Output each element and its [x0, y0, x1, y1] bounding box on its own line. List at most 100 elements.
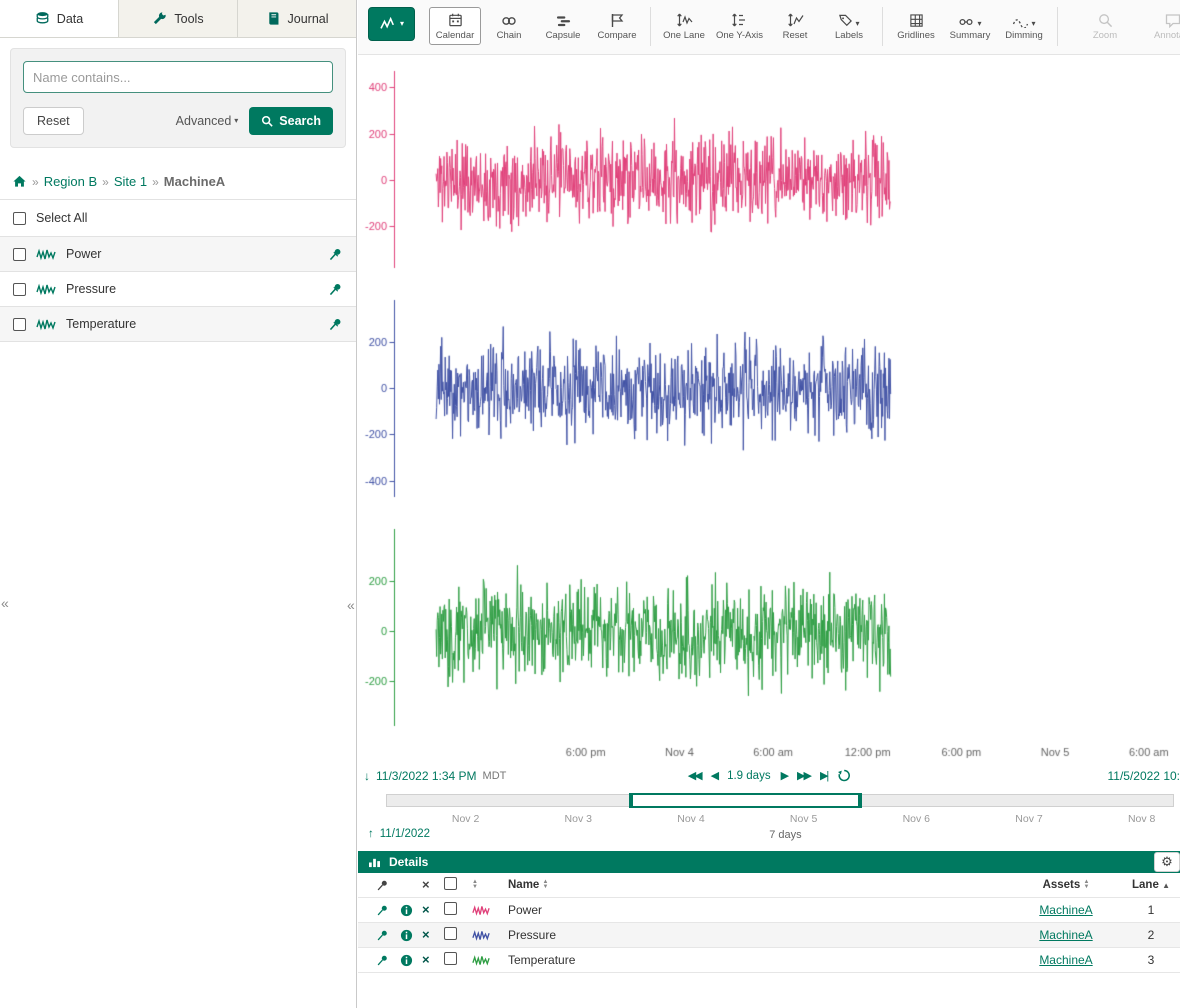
- pin-icon[interactable]: [328, 247, 343, 262]
- sort-icon[interactable]: ▲▼: [472, 880, 478, 890]
- toolbar-label: Calendar: [436, 30, 475, 41]
- breadcrumb-separator: »: [102, 175, 109, 189]
- pin-column-icon[interactable]: [376, 879, 389, 892]
- search-button-label: Search: [279, 114, 321, 128]
- signal-row-pressure[interactable]: Pressure: [0, 272, 356, 307]
- details-panel-header: Details ⚙: [358, 851, 1180, 873]
- row-checkbox[interactable]: [444, 902, 457, 915]
- scrubber-window[interactable]: [629, 793, 862, 808]
- remove-icon[interactable]: ×: [422, 902, 430, 917]
- range-timezone[interactable]: MDT: [483, 770, 507, 782]
- tab-data[interactable]: Data: [0, 0, 119, 37]
- collapse-left-panel-icon[interactable]: «: [1, 596, 9, 610]
- pin-icon[interactable]: [328, 317, 343, 332]
- info-icon[interactable]: [400, 904, 413, 917]
- pin-icon[interactable]: [328, 282, 343, 297]
- breadcrumb-site-link[interactable]: Site 1: [114, 174, 147, 189]
- database-icon: [35, 11, 50, 26]
- toolbar-chain[interactable]: Chain: [483, 7, 535, 45]
- range-duration[interactable]: 1.9 days: [727, 770, 770, 782]
- scrubber-date: Nov 5: [790, 813, 817, 825]
- step-forward-fast-icon[interactable]: ▶▶: [797, 769, 810, 782]
- asset-link[interactable]: MachineA: [1039, 928, 1092, 942]
- details-col-name[interactable]: Name: [508, 879, 539, 891]
- step-to-end-icon[interactable]: ▶|: [820, 769, 827, 782]
- details-settings-button[interactable]: ⚙: [1154, 852, 1180, 872]
- home-icon[interactable]: [12, 174, 27, 189]
- search-input[interactable]: [23, 61, 333, 93]
- trend-chart-canvas[interactable]: [358, 55, 1180, 765]
- signal-name: Temperature: [66, 317, 136, 331]
- toolbar-label: Labels: [835, 30, 863, 41]
- details-select-all-checkbox[interactable]: [444, 877, 457, 890]
- advanced-label: Advanced: [176, 114, 232, 128]
- toolbar-label: One Lane: [663, 30, 705, 41]
- toolbar-capsule[interactable]: Capsule: [537, 7, 589, 45]
- remove-icon[interactable]: ×: [422, 927, 430, 942]
- details-title: Details: [389, 855, 428, 869]
- toolbar-labels[interactable]: ▾ Labels: [823, 7, 875, 45]
- scrubber-track[interactable]: [386, 794, 1174, 807]
- signal-row-power[interactable]: Power: [0, 237, 356, 272]
- row-checkbox[interactable]: [444, 927, 457, 940]
- advanced-toggle[interactable]: Advanced ▾: [176, 114, 239, 128]
- scrubber-date: Nov 3: [565, 813, 592, 825]
- select-all-checkbox[interactable]: [13, 212, 26, 225]
- info-icon[interactable]: [400, 929, 413, 942]
- collapse-sidebar-icon[interactable]: «: [347, 598, 355, 612]
- time-range-bar: ↓ 11/3/2022 1:34 PM MDT ◀◀ ◀ 1.9 days ▶ …: [358, 765, 1180, 791]
- one-lane-icon: [676, 12, 693, 28]
- remove-icon[interactable]: ×: [422, 952, 430, 967]
- toolbar-reset[interactable]: Reset: [769, 7, 821, 45]
- journal-book-icon: [266, 11, 281, 26]
- step-forward-icon[interactable]: ▶: [781, 769, 787, 782]
- range-start-date[interactable]: 11/3/2022 1:34 PM: [376, 769, 477, 783]
- details-col-assets[interactable]: Assets: [1043, 879, 1081, 891]
- refresh-icon[interactable]: [837, 769, 850, 782]
- lane-number: 3: [1148, 953, 1155, 967]
- select-all-row: Select All: [0, 200, 356, 237]
- toolbar-one-lane[interactable]: One Lane: [658, 7, 710, 45]
- search-button[interactable]: Search: [249, 107, 333, 135]
- labels-tag-icon: [838, 13, 853, 28]
- info-icon[interactable]: [400, 954, 413, 967]
- asset-link[interactable]: MachineA: [1039, 953, 1092, 967]
- breadcrumb-region-link[interactable]: Region B: [44, 174, 97, 189]
- pin-icon[interactable]: [376, 954, 389, 967]
- sort-ascending-icon[interactable]: ▲: [1162, 881, 1170, 890]
- row-name: Pressure: [508, 928, 556, 942]
- toolbar-separator: [1057, 7, 1058, 46]
- pin-icon[interactable]: [376, 929, 389, 942]
- sort-icon[interactable]: ▲▼: [543, 880, 549, 890]
- reset-button[interactable]: Reset: [23, 107, 84, 135]
- toolbar-calendar[interactable]: Calendar: [429, 7, 481, 45]
- step-back-fast-icon[interactable]: ◀◀: [688, 769, 701, 782]
- signal-row-temperature[interactable]: Temperature: [0, 307, 356, 342]
- range-end-date[interactable]: 11/5/2022 10:: [1107, 769, 1180, 783]
- annotate-bubble-icon: [1165, 13, 1180, 28]
- details-col-lane[interactable]: Lane: [1132, 879, 1159, 891]
- details-chart-icon: [368, 857, 381, 868]
- sort-icon[interactable]: ▲▼: [1083, 880, 1089, 890]
- chevron-down-icon: ▾: [400, 20, 404, 28]
- toolbar-compare[interactable]: Compare: [591, 7, 643, 45]
- view-mode-button[interactable]: ▾: [368, 7, 415, 41]
- asset-link[interactable]: MachineA: [1039, 903, 1092, 917]
- row-checkbox[interactable]: [444, 952, 457, 965]
- tab-journal[interactable]: Journal: [238, 0, 356, 37]
- toolbar-label: Zoom: [1093, 30, 1117, 41]
- signal-checkbox[interactable]: [13, 248, 26, 261]
- signal-checkbox[interactable]: [13, 283, 26, 296]
- toolbar-dimming[interactable]: ▾ Dimming: [998, 7, 1050, 45]
- signal-checkbox[interactable]: [13, 318, 26, 331]
- anchor-up-arrow-icon: ↑: [368, 828, 374, 840]
- reset-axes-icon: [787, 12, 804, 28]
- anchor-date[interactable]: 11/1/2022: [380, 828, 430, 840]
- tab-tools[interactable]: Tools: [119, 0, 238, 37]
- toolbar-summary[interactable]: ▾ Summary: [944, 7, 996, 45]
- pin-icon[interactable]: [376, 904, 389, 917]
- step-back-icon[interactable]: ◀: [711, 769, 717, 782]
- remove-column-icon[interactable]: ×: [422, 877, 430, 892]
- toolbar-gridlines[interactable]: Gridlines: [890, 7, 942, 45]
- toolbar-one-y-axis[interactable]: One Y-Axis: [712, 7, 767, 45]
